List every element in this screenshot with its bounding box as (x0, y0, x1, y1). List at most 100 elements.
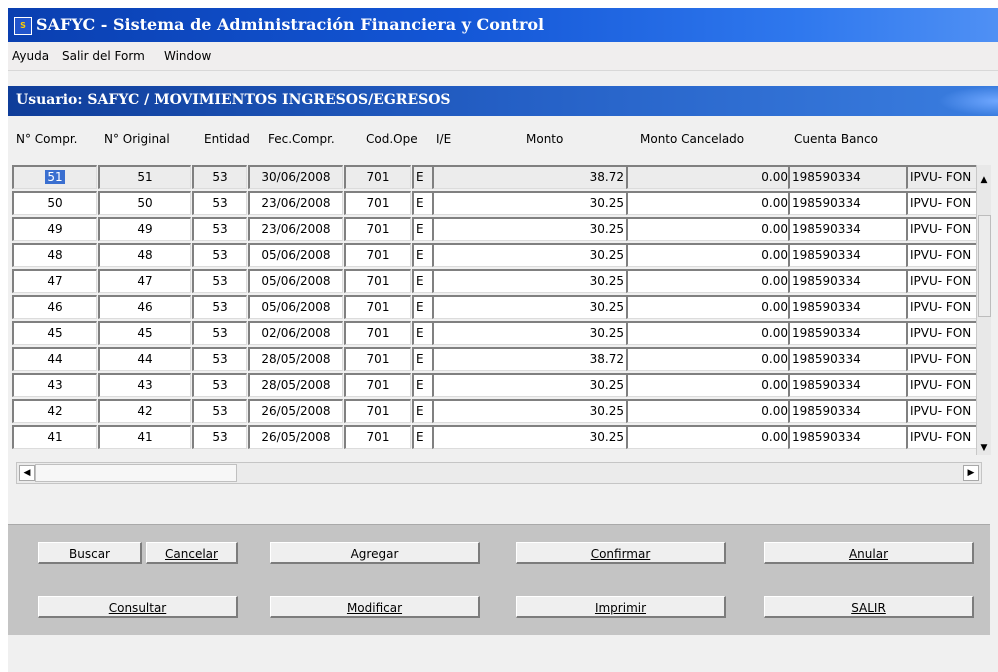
modificar-button[interactable]: Modificar (270, 596, 480, 618)
cell-ie[interactable]: E (412, 399, 433, 423)
cell-n-original[interactable]: 50 (98, 191, 191, 215)
cell-fec-compr[interactable]: 02/06/2008 (248, 321, 343, 345)
cell-fec-compr[interactable]: 26/05/2008 (248, 425, 343, 449)
cell-cod-ope[interactable]: 701 (344, 399, 411, 423)
buscar-button[interactable]: Buscar (38, 542, 142, 564)
anular-button[interactable]: Anular (764, 542, 974, 564)
cell-fec-compr[interactable]: 05/06/2008 (248, 243, 343, 267)
table-row[interactable]: 41 41 53 26/05/2008 701 E 30.25 0.00 198590334 IP… (12, 425, 982, 449)
cell-monto[interactable]: 38.72 (432, 347, 627, 371)
cell-cuenta-banco[interactable]: 198590334 (788, 347, 907, 371)
salir-button[interactable]: SALIR (764, 596, 974, 618)
cell-fec-compr[interactable]: 28/05/2008 (248, 373, 343, 397)
cell-entidad[interactable]: 53 (192, 165, 247, 189)
cell-cuenta-banco[interactable]: 198590334 (788, 399, 907, 423)
cell-n-original[interactable]: 49 (98, 217, 191, 241)
cell-cuenta-banco[interactable]: 198590334 (788, 321, 907, 345)
cell-n-compr[interactable]: 41 (12, 425, 97, 449)
cell-cod-ope[interactable]: 701 (344, 347, 411, 371)
cell-cod-ope[interactable]: 701 (344, 217, 411, 241)
cell-monto[interactable]: 30.25 (432, 399, 627, 423)
cell-monto-cancelado[interactable]: 0.00 (626, 269, 791, 293)
cell-cod-ope[interactable]: 701 (344, 269, 411, 293)
cell-banco[interactable]: IPVU- FON (906, 217, 981, 241)
cell-n-original[interactable]: 43 (98, 373, 191, 397)
cell-monto-cancelado[interactable]: 0.00 (626, 243, 791, 267)
cell-monto-cancelado[interactable]: 0.00 (626, 217, 791, 241)
cell-ie[interactable]: E (412, 243, 433, 267)
table-row[interactable]: 50 50 53 23/06/2008 701 E 30.25 0.00 198590334 IP… (12, 191, 982, 215)
confirmar-button[interactable]: Confirmar (516, 542, 726, 564)
table-row[interactable]: 42 42 53 26/05/2008 701 E 30.25 0.00 198590334 IP… (12, 399, 982, 423)
cell-n-compr[interactable]: 44 (12, 347, 97, 371)
menu-window[interactable]: Window (164, 49, 211, 63)
cell-cuenta-banco[interactable]: 198590334 (788, 165, 907, 189)
cell-monto[interactable]: 30.25 (432, 269, 627, 293)
scroll-up-arrow-icon[interactable]: ▲ (977, 173, 991, 187)
menu-salir-del-form[interactable]: Salir del Form (62, 49, 145, 63)
cell-monto-cancelado[interactable]: 0.00 (626, 399, 791, 423)
cell-entidad[interactable]: 53 (192, 321, 247, 345)
cell-n-original[interactable]: 48 (98, 243, 191, 267)
cancelar-button[interactable]: Cancelar (146, 542, 238, 564)
title-bar[interactable]: S SAFYC - Sistema de Administración Fina… (8, 8, 998, 42)
menu-ayuda[interactable]: Ayuda (12, 49, 49, 63)
cell-n-original[interactable]: 45 (98, 321, 191, 345)
cell-ie[interactable]: E (412, 347, 433, 371)
cell-monto-cancelado[interactable]: 0.00 (626, 347, 791, 371)
cell-monto[interactable]: 30.25 (432, 243, 627, 267)
table-row[interactable]: 49 49 53 23/06/2008 701 E 30.25 0.00 198590334 IP… (12, 217, 982, 241)
cell-entidad[interactable]: 53 (192, 217, 247, 241)
cell-fec-compr[interactable]: 23/06/2008 (248, 191, 343, 215)
cell-ie[interactable]: E (412, 425, 433, 449)
cell-n-compr[interactable]: 45 (12, 321, 97, 345)
cell-entidad[interactable]: 53 (192, 347, 247, 371)
table-row[interactable]: 48 48 53 05/06/2008 701 E 30.25 0.00 198590334 IP… (12, 243, 982, 267)
cell-n-compr[interactable]: 46 (12, 295, 97, 319)
cell-ie[interactable]: E (412, 165, 433, 189)
cell-cod-ope[interactable]: 701 (344, 321, 411, 345)
scroll-right-arrow-icon[interactable]: ▶ (963, 465, 979, 481)
cell-ie[interactable]: E (412, 269, 433, 293)
cell-n-compr[interactable]: 50 (12, 191, 97, 215)
cell-entidad[interactable]: 53 (192, 269, 247, 293)
cell-fec-compr[interactable]: 26/05/2008 (248, 399, 343, 423)
cell-monto[interactable]: 30.25 (432, 425, 627, 449)
horizontal-scrollbar[interactable]: ◀ ▶ (16, 462, 982, 484)
cell-monto[interactable]: 30.25 (432, 295, 627, 319)
cell-cod-ope[interactable]: 701 (344, 165, 411, 189)
cell-fec-compr[interactable]: 28/05/2008 (248, 347, 343, 371)
cell-fec-compr[interactable]: 05/06/2008 (248, 295, 343, 319)
table-row[interactable]: 47 47 53 05/06/2008 701 E 30.25 0.00 198590334 IP… (12, 269, 982, 293)
vertical-scroll-thumb[interactable] (978, 215, 991, 317)
cell-n-original[interactable]: 47 (98, 269, 191, 293)
consultar-button[interactable]: Consultar (38, 596, 238, 618)
cell-n-compr[interactable]: 49 (12, 217, 97, 241)
cell-banco[interactable]: IPVU- FON (906, 243, 981, 267)
cell-n-original[interactable]: 41 (98, 425, 191, 449)
cell-ie[interactable]: E (412, 373, 433, 397)
cell-fec-compr[interactable]: 05/06/2008 (248, 269, 343, 293)
cell-monto[interactable]: 30.25 (432, 217, 627, 241)
vertical-scrollbar[interactable]: ▲ ▼ (976, 165, 991, 455)
cell-n-original[interactable]: 42 (98, 399, 191, 423)
cell-cuenta-banco[interactable]: 198590334 (788, 191, 907, 215)
cell-cod-ope[interactable]: 701 (344, 425, 411, 449)
cell-entidad[interactable]: 53 (192, 399, 247, 423)
cell-monto[interactable]: 38.72 (432, 165, 627, 189)
cell-n-compr[interactable]: 51 (12, 165, 97, 189)
cell-cuenta-banco[interactable]: 198590334 (788, 269, 907, 293)
cell-cuenta-banco[interactable]: 198590334 (788, 295, 907, 319)
scroll-left-arrow-icon[interactable]: ◀ (19, 465, 35, 481)
cell-n-compr[interactable]: 43 (12, 373, 97, 397)
cell-monto[interactable]: 30.25 (432, 191, 627, 215)
cell-cuenta-banco[interactable]: 198590334 (788, 373, 907, 397)
table-row[interactable]: 45 45 53 02/06/2008 701 E 30.25 0.00 198590334 IP… (12, 321, 982, 345)
cell-n-original[interactable]: 46 (98, 295, 191, 319)
cell-entidad[interactable]: 53 (192, 191, 247, 215)
cell-ie[interactable]: E (412, 321, 433, 345)
cell-ie[interactable]: E (412, 295, 433, 319)
cell-banco[interactable]: IPVU- FON (906, 321, 981, 345)
table-row[interactable]: 51 51 53 30/06/2008 701 E 38.72 0.00 198590334 IP… (12, 165, 982, 189)
cell-banco[interactable]: IPVU- FON (906, 165, 981, 189)
